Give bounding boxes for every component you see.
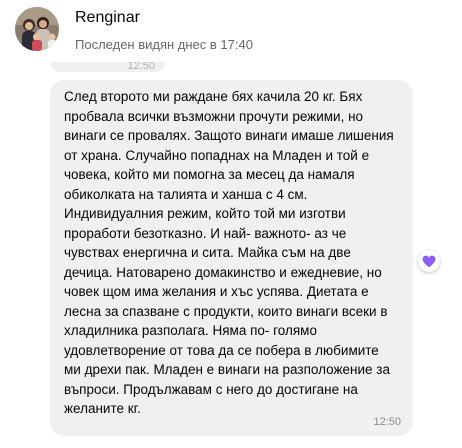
message-bubble[interactable]: След второто ми раждане бях качила 20 кг… bbox=[50, 80, 413, 436]
contact-name[interactable]: Renginar bbox=[75, 9, 140, 27]
message-text: След второто ми раждане бях качила 20 кг… bbox=[64, 89, 394, 416]
heart-reaction-button[interactable] bbox=[418, 250, 440, 272]
message-time: 12:50 bbox=[373, 416, 401, 428]
avatar[interactable] bbox=[15, 7, 59, 51]
previous-message-bubble: 12:50 bbox=[50, 62, 165, 72]
chat-area: 12:50 След второто ми раждане бях качила… bbox=[0, 62, 462, 448]
last-seen-status: Последен видян днес в 17:40 bbox=[75, 37, 253, 52]
purple-heart-icon bbox=[422, 255, 436, 267]
chat-header: Renginar Последен видян днес в 17:40 bbox=[0, 0, 462, 62]
previous-message-time: 12:50 bbox=[127, 62, 155, 72]
avatar-photo bbox=[15, 7, 59, 51]
